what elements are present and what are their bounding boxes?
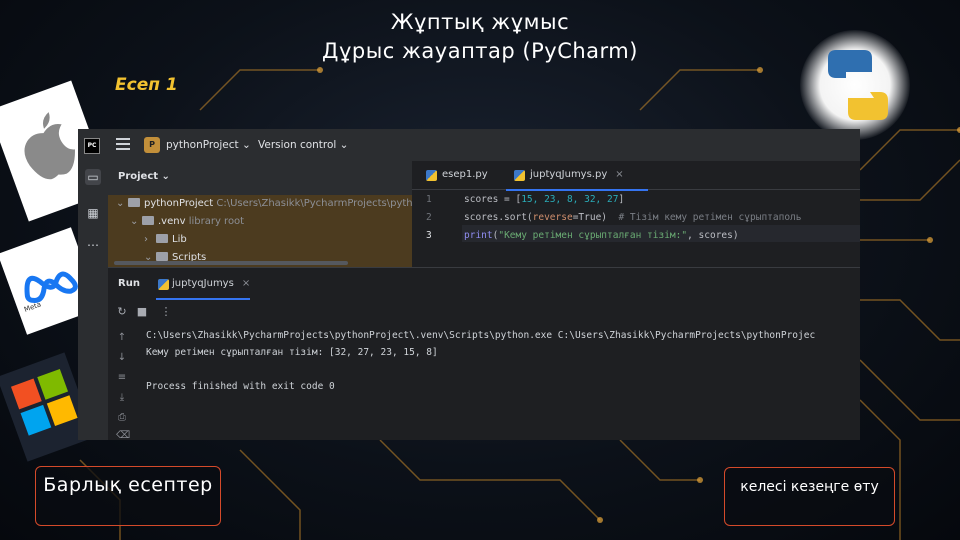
code-line-3: print("Кему ретімен сұрыпталған тізім:",… bbox=[464, 230, 739, 241]
soft-wrap-icon[interactable]: ≡ bbox=[116, 372, 128, 384]
code-string: "Кему ретімен сұрыпталған тізім:" bbox=[498, 230, 688, 241]
folder-icon bbox=[156, 252, 168, 261]
tree-item-label: pythonProject bbox=[144, 198, 214, 209]
code-editor[interactable]: esep1.py juptyqJumys.py × 1 2 3 scores = … bbox=[412, 161, 860, 267]
code-line-1: scores = [15, 23, 8, 32, 27] bbox=[464, 194, 624, 205]
title-line-2: Дұрыс жауаптар (PyCharm) bbox=[322, 39, 638, 63]
run-tab[interactable]: juptyqJumys × bbox=[156, 268, 251, 300]
structure-icon[interactable]: ▦ bbox=[85, 205, 101, 221]
python-file-icon bbox=[426, 170, 437, 181]
pycharm-window: PC P pythonProject ⌄ Version control ⌄ ▭… bbox=[78, 129, 860, 440]
code-token: print bbox=[464, 230, 493, 241]
run-side-toolbar: ↑ ↓ ≡ ⤓ ⎙ ⌫ bbox=[108, 326, 136, 440]
project-badge: P bbox=[144, 137, 160, 153]
tree-item-label: Lib bbox=[172, 234, 187, 245]
arrow-down-icon[interactable]: ↓ bbox=[116, 352, 128, 364]
folder-icon bbox=[128, 198, 140, 207]
editor-tabs: esep1.py juptyqJumys.py × bbox=[412, 161, 860, 191]
horizontal-scrollbar[interactable] bbox=[114, 261, 348, 265]
python-file-icon bbox=[158, 279, 169, 290]
tree-item-lib[interactable]: › Lib bbox=[108, 231, 412, 249]
pycharm-logo-icon: PC bbox=[84, 138, 100, 154]
code-token: , scores) bbox=[687, 230, 739, 241]
code-token: reverse bbox=[532, 212, 573, 223]
code-line-2: scores.sort(reverse=True) # Тізім кему р… bbox=[464, 212, 801, 223]
rerun-icon[interactable]: ↻ bbox=[116, 306, 128, 318]
more-icon[interactable]: ⋯ bbox=[85, 237, 101, 253]
folder-icon bbox=[142, 216, 154, 225]
tree-item-label: .venv bbox=[158, 216, 186, 227]
version-control-menu[interactable]: Version control ⌄ bbox=[258, 139, 348, 151]
line-gutter: 1 2 3 bbox=[412, 189, 462, 267]
main-menu-icon[interactable] bbox=[116, 138, 130, 152]
task-label: Есеп 1 bbox=[115, 75, 178, 95]
scroll-to-end-icon[interactable]: ⤓ bbox=[116, 392, 128, 404]
project-pane: Project ⌄ ⌄ pythonProject C:\Users\Zhasik… bbox=[108, 161, 413, 267]
folder-icon bbox=[156, 234, 168, 243]
python-file-icon bbox=[514, 170, 525, 181]
run-toolbar: ↻ ■ ⋮ bbox=[108, 300, 860, 326]
stop-icon[interactable]: ■ bbox=[136, 306, 148, 318]
run-header: Run juptyqJumys × bbox=[108, 268, 860, 300]
code-token: scores = [ bbox=[464, 194, 522, 205]
code-comment: # Тізім кему ретімен сұрыптаполь bbox=[618, 212, 802, 223]
console-line: C:\Users\Zhasikk\PycharmProjects\pythonP… bbox=[146, 330, 816, 341]
title-line-1: Жұптық жұмыс bbox=[390, 10, 570, 34]
code-token: scores.sort( bbox=[464, 212, 533, 223]
tree-item-venv[interactable]: ⌄ .venv library root bbox=[108, 213, 412, 231]
chevron-right-icon[interactable]: › bbox=[108, 231, 156, 249]
project-switcher[interactable]: pythonProject ⌄ bbox=[166, 139, 251, 151]
close-icon[interactable]: × bbox=[615, 169, 623, 180]
slide-title: Жұптық жұмыс Дұрыс жауаптар (PyCharm) bbox=[0, 8, 960, 66]
more-options-icon[interactable]: ⋮ bbox=[160, 306, 172, 318]
all-tasks-button[interactable]: Барлық есептер bbox=[35, 466, 221, 526]
tab-juptyqjumys[interactable]: juptyqJumys.py × bbox=[506, 161, 648, 191]
chevron-down-icon[interactable]: ⌄ bbox=[108, 213, 142, 231]
console-line: Process finished with exit code 0 bbox=[146, 381, 335, 392]
next-stage-button[interactable]: келесі кезеңге өту bbox=[724, 467, 895, 526]
tab-label: juptyqJumys.py bbox=[530, 169, 608, 180]
close-icon[interactable]: × bbox=[242, 278, 250, 289]
ide-title-bar: PC P pythonProject ⌄ Version control ⌄ bbox=[78, 129, 860, 161]
tree-item-note: library root bbox=[185, 216, 245, 227]
arrow-up-icon[interactable]: ↑ bbox=[116, 332, 128, 344]
tree-item-path: C:\Users\Zhasikk\PycharmProjects\pyth bbox=[213, 198, 413, 209]
chevron-down-icon[interactable]: ⌄ bbox=[108, 195, 128, 213]
line-number: 3 bbox=[426, 230, 432, 241]
run-tool-window: Run juptyqJumys × ↻ ■ ⋮ ↑ ↓ ≡ ⤓ ⎙ ⌫ C:\Us… bbox=[108, 268, 860, 440]
console-line: Кему ретімен сұрыпталған тізім: [32, 27,… bbox=[146, 347, 438, 358]
delete-icon[interactable]: ⌫ bbox=[116, 430, 130, 440]
tool-window-strip: ▭ ▦ ⋯ bbox=[78, 161, 108, 440]
code-token: 15, 23, 8, 32, 27 bbox=[521, 194, 619, 205]
print-icon[interactable]: ⎙ bbox=[116, 412, 128, 424]
line-number: 1 bbox=[426, 194, 432, 205]
project-pane-title[interactable]: Project ⌄ bbox=[118, 171, 170, 182]
code-token: ] bbox=[618, 194, 625, 205]
tab-label: esep1.py bbox=[442, 169, 488, 180]
line-number: 2 bbox=[426, 212, 432, 223]
folder-icon[interactable]: ▭ bbox=[85, 169, 101, 185]
run-tab-label: juptyqJumys bbox=[172, 278, 234, 289]
code-token: =True) bbox=[572, 212, 619, 223]
run-title: Run bbox=[118, 278, 140, 289]
tree-item-pythonproject[interactable]: ⌄ pythonProject C:\Users\Zhasikk\PycharmP… bbox=[108, 195, 413, 213]
